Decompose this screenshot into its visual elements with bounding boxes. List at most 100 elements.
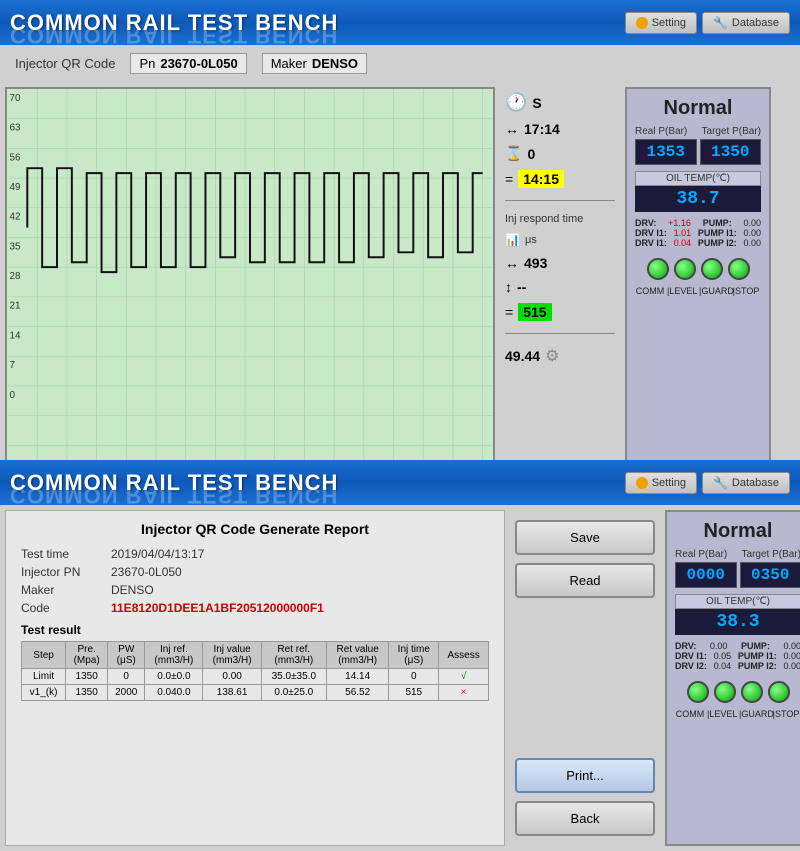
setting-button-top[interactable]: Setting bbox=[625, 12, 697, 34]
real-p-value-bottom: 0000 bbox=[675, 562, 737, 588]
oil-temp-value-top: 38.7 bbox=[635, 186, 761, 212]
drv2-label-bottom: DRV I2: bbox=[675, 661, 707, 671]
row1-pw: 0 bbox=[108, 669, 145, 685]
row2-inj-time: 515 bbox=[389, 685, 439, 701]
inj-label-row: Inj respond time bbox=[505, 213, 615, 225]
save-button[interactable]: Save bbox=[515, 520, 655, 555]
database-button-bottom[interactable]: 🔧 Database bbox=[702, 472, 790, 494]
maker-label: Maker bbox=[271, 56, 307, 71]
oil-temp-value-bottom: 38.3 bbox=[675, 609, 800, 635]
pump1-label-top: PUMP I1: bbox=[698, 228, 737, 238]
code-value: 11E8120D1DEE1A1BF20512000000F1 bbox=[111, 601, 324, 615]
injector-pn-label: Injector PN bbox=[21, 565, 101, 579]
code-label: Code bbox=[21, 601, 101, 615]
target-p-value-top: 1350 bbox=[700, 139, 762, 165]
table-row: v1_(k) 1350 2000 0.040.0 138.61 0.0±25.0… bbox=[22, 685, 489, 701]
pump-label-bottom: PUMP: bbox=[741, 641, 770, 651]
level-label-top: |LEVEL bbox=[667, 286, 697, 296]
svg-text:42: 42 bbox=[9, 212, 20, 223]
val3-value: 515 bbox=[518, 303, 551, 321]
pressure-labels-top: Real P(Bar) Target P(Bar) bbox=[635, 126, 761, 137]
row2-ret-val: 56.52 bbox=[326, 685, 388, 701]
drv-val-top: +1.16 bbox=[668, 218, 691, 228]
setting-icon-bottom bbox=[636, 477, 648, 489]
arrow-icon1: ↔ bbox=[505, 121, 519, 137]
val2-icon: ↕ bbox=[505, 279, 512, 295]
app-title-top-reflect: COMMON RAIL TEST BENCH bbox=[10, 22, 338, 48]
row2-step: v1_(k) bbox=[22, 685, 66, 701]
time1-value: 17:14 bbox=[524, 121, 560, 137]
col-ret-ref: Ret ref.(mm3/H) bbox=[261, 642, 326, 669]
test-time-label: Test time bbox=[21, 547, 101, 561]
oil-temp-section-top: OIL TEMP(℃) 38.7 bbox=[635, 171, 761, 212]
normal-label-bottom: Normal bbox=[704, 520, 773, 543]
row1-step: Limit bbox=[22, 669, 66, 685]
header-buttons-bottom: Setting 🔧 Database bbox=[625, 472, 790, 494]
indicator-row-top bbox=[647, 258, 750, 280]
pump2-label-bottom: PUMP I2: bbox=[738, 661, 777, 671]
report-section: Injector QR Code Generate Report Test ti… bbox=[5, 510, 505, 846]
unit-us: μs bbox=[525, 234, 537, 246]
pressure-section-bottom: Real P(Bar) Target P(Bar) 0000 0350 bbox=[675, 549, 800, 588]
svg-text:49: 49 bbox=[9, 182, 20, 193]
svg-text:7: 7 bbox=[9, 360, 15, 371]
drv2-val-top: 0.04 bbox=[674, 238, 692, 248]
header-buttons-top: Setting 🔧 Database bbox=[625, 12, 790, 34]
equals-icon2: = bbox=[505, 304, 513, 320]
spinner-icon: ⚙ bbox=[545, 346, 559, 366]
table-row: Limit 1350 0 0.0±0.0 0.00 35.0±35.0 14.1… bbox=[22, 669, 489, 685]
oil-temp-section-bottom: OIL TEMP(℃) 38.3 bbox=[675, 594, 800, 635]
pressure-labels-bottom: Real P(Bar) Target P(Bar) bbox=[675, 549, 800, 560]
setting-icon-top bbox=[636, 17, 648, 29]
database-button-top[interactable]: 🔧 Database bbox=[702, 12, 790, 34]
chart-svg: 70 63 56 49 42 35 28 21 14 7 0 0 15 30 bbox=[7, 89, 493, 475]
val3-row: = 515 bbox=[505, 303, 615, 321]
drv-row1-top: DRV: +1.16 PUMP: 0.00 bbox=[635, 218, 761, 228]
maker-field-label: Maker bbox=[21, 583, 101, 597]
test-result-label: Test result bbox=[21, 623, 489, 637]
stop-label-top: |STOP bbox=[731, 286, 761, 296]
col-inj-ref: Inj ref.(mm3/H) bbox=[145, 642, 203, 669]
read-button[interactable]: Read bbox=[515, 563, 655, 598]
setting-button-bottom[interactable]: Setting bbox=[625, 472, 697, 494]
result-table: Step Pre.(Mpa) PW(μS) Inj ref.(mm3/H) In… bbox=[21, 641, 489, 701]
target-p-value-bottom: 0350 bbox=[740, 562, 800, 588]
target-p-label-top: Target P(Bar) bbox=[702, 126, 761, 137]
val2-value: -- bbox=[517, 279, 526, 295]
drv-row3-top: DRV I1: 0.04 PUMP I2: 0.00 bbox=[635, 238, 761, 248]
drv1-val-bottom: 0.05 bbox=[714, 651, 732, 661]
pump1-label-bottom: PUMP I1: bbox=[738, 651, 777, 661]
time3-value: 14:15 bbox=[518, 170, 564, 188]
level-label-bottom: |LEVEL bbox=[707, 709, 737, 719]
svg-text:70: 70 bbox=[9, 93, 20, 104]
guard-indicator-top bbox=[701, 258, 723, 280]
drv-row2-bottom: DRV I1: 0.05 PUMP I1: 0.00 bbox=[675, 651, 800, 661]
pump-val-top: 0.00 bbox=[743, 218, 761, 228]
svg-text:0: 0 bbox=[9, 390, 15, 401]
database-label-top: Database bbox=[732, 17, 779, 29]
stop-indicator-top bbox=[728, 258, 750, 280]
drv-grid-top: DRV: +1.16 PUMP: 0.00 DRV I1: 1.01 PUMP … bbox=[635, 218, 761, 248]
pump-label-top: PUMP: bbox=[703, 218, 732, 228]
drv1-label-bottom: DRV I1: bbox=[675, 651, 707, 661]
divider2 bbox=[505, 333, 615, 334]
print-button[interactable]: Print... bbox=[515, 758, 655, 793]
row1-inj-time: 0 bbox=[389, 669, 439, 685]
bottom-section: COMMON RAIL TEST BENCH COMMON RAIL TEST … bbox=[0, 460, 800, 851]
inj-respond-label: Inj respond time bbox=[505, 213, 583, 225]
maker-field: Maker DENSO bbox=[21, 583, 489, 597]
level-indicator-bottom bbox=[714, 681, 736, 703]
real-p-value-top: 1353 bbox=[635, 139, 697, 165]
row2-assess: × bbox=[439, 685, 489, 701]
indicator-labels-top: COMM |LEVEL |GUARD |STOP bbox=[635, 286, 761, 296]
unit-s: S bbox=[532, 95, 541, 111]
drv-row2-top: DRV I1: 1.01 PUMP I1: 0.00 bbox=[635, 228, 761, 238]
back-button[interactable]: Back bbox=[515, 801, 655, 836]
injector-label: Injector QR Code bbox=[15, 56, 115, 71]
drv-label-bottom: DRV: bbox=[675, 641, 696, 651]
svg-text:56: 56 bbox=[9, 152, 20, 163]
inj-icon-row: 📊 μs bbox=[505, 233, 615, 247]
injector-header-top: Injector QR Code Pn 23670-0L050 Maker DE… bbox=[0, 45, 800, 82]
val4-value: 49.44 bbox=[505, 348, 540, 364]
code-field: Code 11E8120D1DEE1A1BF20512000000F1 bbox=[21, 601, 489, 615]
